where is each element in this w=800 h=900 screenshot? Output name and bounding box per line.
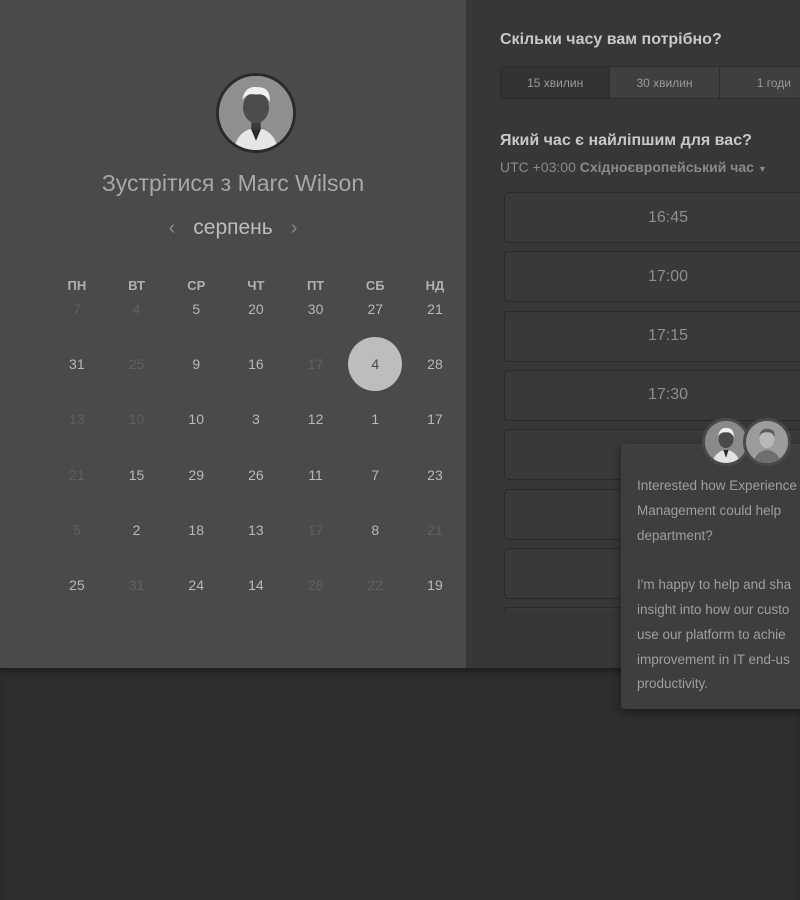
month-navigation: ‹ серпень › — [0, 216, 466, 240]
duration-selector: 15 хвилин 30 хвилин 1 годи — [500, 66, 800, 99]
month-label: серпень — [193, 216, 273, 239]
duration-option-15[interactable]: 15 хвилин — [501, 67, 611, 98]
calendar-panel: Зустрітися з Marc Wilson ‹ серпень › ПН … — [0, 0, 466, 668]
calendar-day: 7 — [72, 301, 81, 317]
calendar-day: 17 — [307, 522, 324, 538]
calendar-day[interactable]: 27 — [345, 301, 405, 317]
timezone-selector[interactable]: UTC +03:00 Східноєвропейський час ▼ — [500, 159, 767, 175]
calendar-day[interactable]: 15 — [107, 467, 167, 483]
weekday-label: НД — [425, 278, 445, 293]
calendar-day: 17 — [307, 356, 324, 372]
prev-month-icon[interactable]: ‹ — [169, 218, 176, 238]
calendar-day[interactable]: 12 — [286, 411, 346, 427]
timezone-name: Східноєвропейський час — [579, 159, 754, 175]
calendar-day: 5 — [72, 522, 81, 538]
calendar-day[interactable]: 8 — [345, 522, 405, 538]
calendar-week-row: 21 15 29 26 11 7 23 — [47, 467, 465, 483]
duration-option-60[interactable]: 1 годи — [720, 67, 800, 98]
calendar-day[interactable]: 9 — [166, 356, 226, 372]
calendar-day: 22 — [367, 577, 384, 593]
chat-popup[interactable]: Interested how Experience Management cou… — [621, 444, 800, 709]
calendar-day: 25 — [128, 356, 145, 372]
calendar-day-selected[interactable]: 4 — [345, 337, 405, 391]
calendar-day[interactable]: 14 — [226, 577, 286, 593]
calendar-day: 10 — [128, 411, 145, 427]
calendar-day[interactable]: 28 — [405, 356, 465, 372]
calendar-day[interactable]: 16 — [226, 356, 286, 372]
weekday-label: ПТ — [306, 278, 325, 293]
calendar-day[interactable]: 20 — [226, 301, 286, 317]
calendar-day[interactable]: 3 — [226, 411, 286, 427]
weekday-label: СБ — [365, 278, 385, 293]
timezone-offset: UTC +03:00 — [500, 159, 576, 175]
person-photo-icon — [705, 421, 747, 463]
calendar-day: 13 — [69, 411, 85, 427]
calendar-day[interactable]: 18 — [166, 522, 226, 538]
weekday-label: СР — [187, 278, 206, 293]
host-avatar — [216, 73, 296, 153]
calendar-week-row: 7 4 5 20 30 27 21 — [47, 301, 465, 317]
calendar-day[interactable]: 5 — [166, 301, 226, 317]
calendar-day[interactable]: 23 — [405, 467, 465, 483]
calendar-day[interactable]: 19 — [405, 577, 465, 593]
weekday-label: ЧТ — [247, 278, 265, 293]
weekday-header: ПН ВТ СР ЧТ ПТ СБ НД — [47, 278, 465, 293]
calendar-day: 28 — [307, 577, 324, 593]
calendar-week-row: 31 25 9 16 17 4 28 — [47, 337, 465, 391]
calendar-day[interactable]: 25 — [47, 577, 107, 593]
chat-agent-avatar[interactable] — [743, 418, 791, 466]
weekday-label: ПН — [67, 278, 87, 293]
chat-message: Interested how Experience Management cou… — [637, 478, 797, 692]
calendar-day: 31 — [128, 577, 145, 593]
calendar-day[interactable]: 24 — [166, 577, 226, 593]
calendar-day: 21 — [427, 522, 443, 538]
person-photo-icon — [219, 76, 293, 150]
duration-question: Скільки часу вам потрібно? — [500, 31, 722, 48]
time-slot-button[interactable]: 17:15 — [504, 310, 800, 362]
person-photo-icon — [746, 421, 788, 463]
calendar-week-row: 25 31 24 14 28 22 19 — [47, 577, 465, 593]
calendar-day[interactable]: 13 — [226, 522, 286, 538]
calendar-day: 4 — [132, 301, 141, 317]
calendar-day[interactable]: 11 — [286, 467, 346, 483]
calendar-day[interactable]: 31 — [47, 356, 107, 372]
calendar-day[interactable]: 2 — [107, 522, 167, 538]
weekday-label: ВТ — [128, 278, 145, 293]
calendar-day[interactable]: 10 — [166, 411, 226, 427]
calendar-day[interactable]: 30 — [286, 301, 346, 317]
chevron-down-icon: ▼ — [757, 164, 767, 174]
calendar-day[interactable]: 29 — [166, 467, 226, 483]
meeting-title: Зустрітися з Marc Wilson — [101, 170, 365, 196]
calendar-day[interactable]: 21 — [405, 301, 465, 317]
time-slot-button[interactable]: 16:45 — [504, 192, 800, 243]
calendar-day[interactable]: 17 — [405, 411, 465, 427]
calendar-week-row: 5 2 18 13 17 8 21 — [47, 522, 465, 538]
next-month-icon[interactable]: › — [291, 218, 298, 238]
calendar-day[interactable]: 7 — [345, 467, 405, 483]
calendar-day: 21 — [69, 467, 85, 483]
time-slot-button[interactable]: 17:00 — [504, 251, 800, 303]
calendar-day[interactable]: 26 — [226, 467, 286, 483]
time-question: Який час є найліпшим для вас? — [500, 132, 752, 149]
time-slot-button[interactable]: 17:30 — [504, 369, 800, 421]
calendar-week-row: 13 10 10 3 12 1 17 — [47, 411, 465, 427]
calendar-day[interactable]: 1 — [345, 411, 405, 427]
duration-option-30[interactable]: 30 хвилин — [610, 67, 720, 98]
